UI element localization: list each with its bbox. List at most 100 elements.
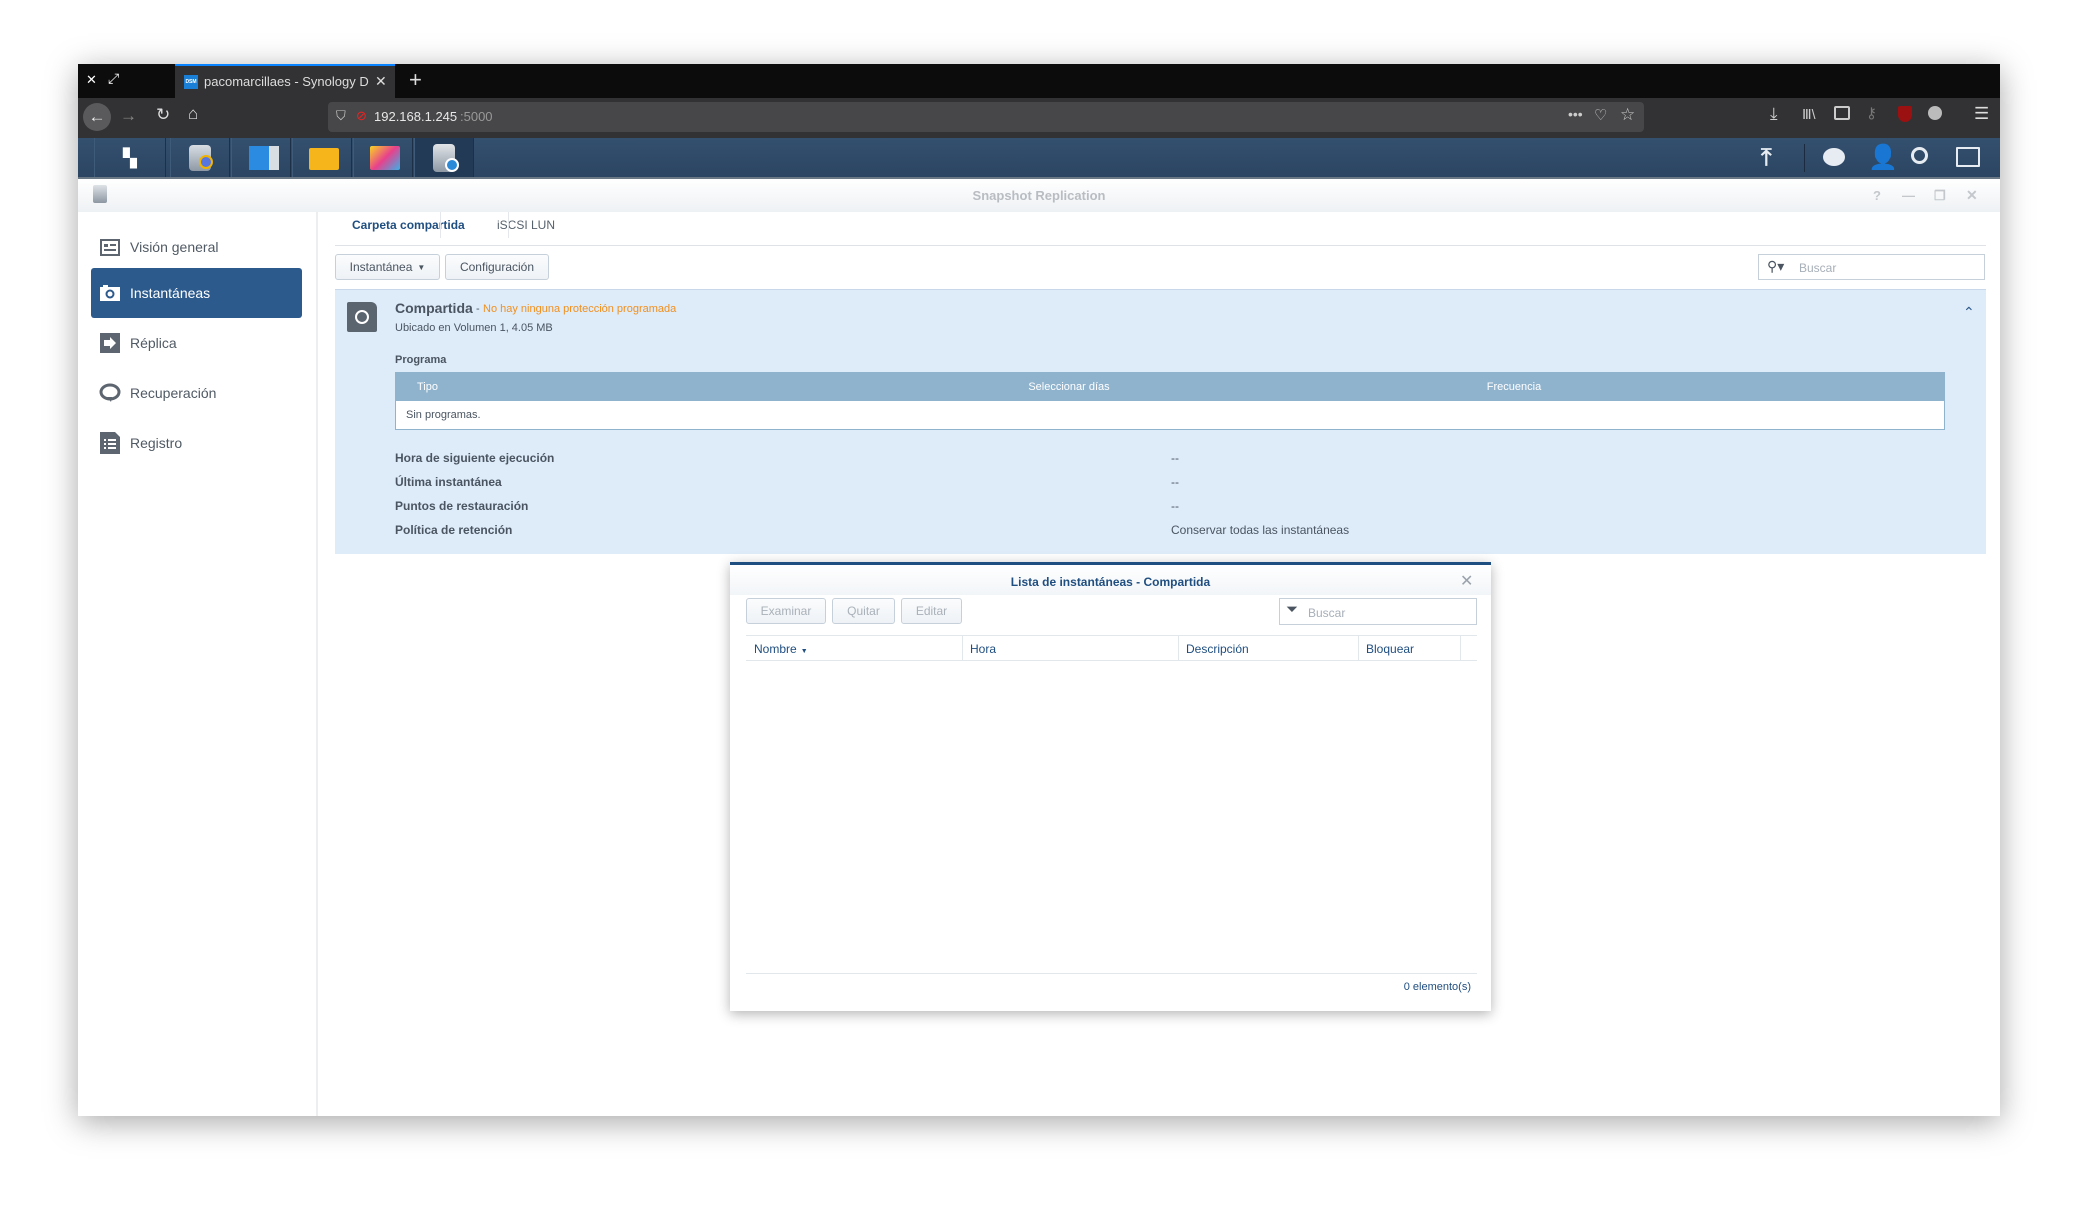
- column-divider: [1358, 636, 1359, 660]
- browser-tab[interactable]: DSM pacomarcillaes - Synology Dis ✕: [175, 64, 395, 98]
- upload-icon[interactable]: ⤒: [1761, 144, 1772, 172]
- search-input[interactable]: ⚲▾ Buscar: [1758, 254, 1985, 280]
- close-app-icon[interactable]: ✕: [1966, 179, 1978, 212]
- more-actions-icon[interactable]: •••: [1568, 106, 1583, 122]
- bookmark-star-icon[interactable]: ☆: [1620, 105, 1635, 125]
- library-icon[interactable]: Ⅲ\: [1802, 106, 1816, 123]
- remove-button[interactable]: Quitar: [832, 598, 895, 624]
- column-description[interactable]: Descripción: [1186, 642, 1249, 656]
- file-station-icon: [309, 148, 339, 170]
- notifications-chat-icon[interactable]: [1823, 148, 1845, 166]
- search-icon[interactable]: [1911, 147, 1928, 164]
- column-frequency[interactable]: Frecuencia: [1487, 381, 1541, 393]
- sidebar-item-label: Registro: [130, 435, 182, 451]
- user-icon[interactable]: 👤: [1868, 143, 1898, 172]
- forward-icon[interactable]: →: [120, 106, 137, 126]
- reload-icon[interactable]: ↻: [156, 105, 170, 125]
- next-run-value: --: [1171, 451, 1179, 465]
- main-menu-button[interactable]: ▚: [94, 138, 166, 177]
- ublock-icon[interactable]: [1898, 106, 1912, 122]
- snapshot-dropdown-button[interactable]: Instantánea▼: [335, 254, 440, 280]
- share-name: Compartida: [395, 300, 473, 316]
- sidebar-item-recovery[interactable]: Recuperación: [91, 368, 302, 418]
- taskbar-app-package[interactable]: [353, 138, 413, 177]
- extension-icon[interactable]: [1928, 106, 1942, 120]
- column-lock[interactable]: Bloquear: [1366, 642, 1414, 656]
- minimize-icon[interactable]: —: [1902, 179, 1915, 212]
- shield-icon[interactable]: ⛉: [336, 108, 346, 124]
- sidebar-toggle-icon[interactable]: [1834, 106, 1850, 120]
- share-location: Ubicado en Volumen 1, 4.05 MB: [395, 322, 553, 334]
- taskbar-app-storage[interactable]: [170, 138, 230, 177]
- column-name-label: Nombre: [754, 642, 797, 656]
- taskbar-app-panel[interactable]: [231, 138, 291, 177]
- fullscreen-icon[interactable]: ⤢: [108, 70, 119, 87]
- dialog-footer-divider: [746, 973, 1477, 974]
- shared-folder-panel[interactable]: Compartida - No hay ninguna protección p…: [335, 289, 1986, 554]
- new-tab-icon[interactable]: +: [409, 67, 422, 93]
- sidebar-item-label: Recuperación: [130, 385, 216, 401]
- browse-button[interactable]: Examinar: [746, 598, 826, 624]
- home-icon[interactable]: ⌂: [188, 104, 198, 124]
- tab-iscsi-lun[interactable]: iSCSI LUN: [497, 218, 555, 232]
- column-time[interactable]: Hora: [970, 642, 996, 656]
- app-title-bar: Snapshot Replication ? — ❐ ✕: [78, 179, 2000, 212]
- column-name[interactable]: Nombre▼: [754, 642, 808, 656]
- dsm-taskbar: ▚ ⤒ 👤: [78, 138, 2000, 179]
- widgets-icon[interactable]: [1956, 147, 1980, 167]
- sidebar-item-snapshots[interactable]: Instantáneas: [91, 268, 302, 318]
- back-icon[interactable]: ←: [83, 103, 111, 131]
- insecure-lock-icon[interactable]: ⊘: [356, 108, 367, 124]
- sidebar-item-replica[interactable]: Réplica: [91, 318, 302, 368]
- help-icon[interactable]: ?: [1873, 179, 1881, 212]
- pocket-icon[interactable]: ♡: [1594, 106, 1607, 124]
- retention-policy-label: Política de retención: [395, 523, 512, 537]
- column-type[interactable]: Tipo: [417, 381, 438, 393]
- column-divider: [1460, 636, 1461, 660]
- camera-icon: [99, 283, 121, 303]
- schedule-label: Programa: [395, 354, 446, 366]
- replica-icon: [99, 333, 121, 353]
- navigation-bar: ← → ↻ ⌂ ⛉ ⊘ 192.168.1.245 :5000 ••• ♡ ☆ …: [78, 98, 2000, 138]
- sidebar-item-log[interactable]: Registro: [91, 418, 302, 468]
- download-icon[interactable]: ⤓: [1770, 104, 1778, 124]
- menu-icon[interactable]: ☰: [1974, 104, 1989, 124]
- collapse-chevron-icon[interactable]: ⌃: [1963, 304, 1975, 321]
- edit-button[interactable]: Editar: [901, 598, 962, 624]
- column-divider: [962, 636, 963, 660]
- app-icon: [93, 185, 107, 203]
- column-days[interactable]: Seleccionar días: [1028, 381, 1109, 393]
- dialog-title: Lista de instantáneas - Compartida: [730, 575, 1491, 589]
- schedule-empty: Sin programas.: [406, 409, 481, 421]
- app-title: Snapshot Replication: [973, 188, 1106, 203]
- taskbar-app-snapshot[interactable]: [414, 138, 474, 177]
- close-tab-icon[interactable]: ✕: [375, 73, 387, 90]
- schedule-table: Tipo Seleccionar días Frecuencia Sin pro…: [395, 372, 1945, 430]
- dialog-close-icon[interactable]: ✕: [1460, 571, 1473, 591]
- package-center-icon: [370, 146, 400, 170]
- taskbar-app-filestation[interactable]: [292, 138, 352, 177]
- last-snapshot-label: Última instantánea: [395, 475, 502, 489]
- sidebar-item-label: Instantáneas: [130, 285, 210, 301]
- key-icon[interactable]: ⚷: [1866, 104, 1877, 122]
- restore-points-label: Puntos de restauración: [395, 499, 528, 513]
- restore-badge-icon: [445, 158, 459, 172]
- tab-shared-folder[interactable]: Carpeta compartida: [352, 218, 465, 232]
- overview-icon: [99, 237, 121, 257]
- sidebar-item-label: Visión general: [130, 239, 218, 255]
- close-window-icon[interactable]: ✕: [86, 72, 97, 88]
- filter-icon: ⏷: [1286, 601, 1298, 618]
- configuration-button[interactable]: Configuración: [445, 254, 549, 280]
- sidebar-item-overview[interactable]: Visión general: [91, 222, 302, 272]
- search-placeholder: Buscar: [1799, 261, 1836, 275]
- filter-search-input[interactable]: ⏷ Buscar: [1279, 598, 1477, 625]
- browser-tab-bar: ✕ ⤢ DSM pacomarcillaes - Synology Dis ✕ …: [78, 64, 2000, 98]
- sidebar: Visión general Instantáneas Réplica Recu…: [78, 212, 318, 1116]
- column-divider: [1178, 636, 1179, 660]
- chart-badge-icon: [199, 155, 213, 169]
- restore-icon[interactable]: ❐: [1934, 179, 1946, 212]
- url-bar[interactable]: ⛉ ⊘ 192.168.1.245 :5000 ••• ♡ ☆: [328, 102, 1644, 132]
- retention-policy-value: Conservar todas las instantáneas: [1171, 523, 1349, 537]
- next-run-label: Hora de siguiente ejecución: [395, 451, 554, 465]
- snapshot-list-dialog: Lista de instantáneas - Compartida ✕ Exa…: [730, 562, 1491, 1011]
